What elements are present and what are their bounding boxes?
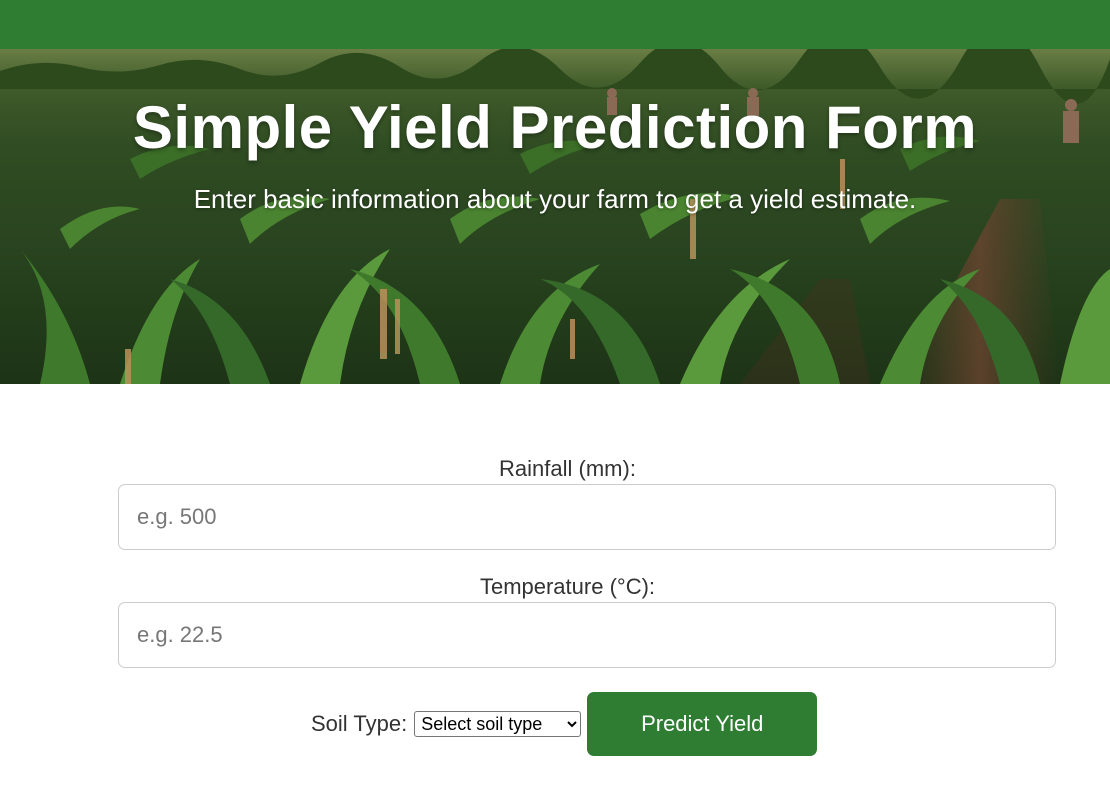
page-subtitle: Enter basic information about your farm … (193, 184, 917, 214)
soil-row: Soil Type: Select soil type Predict Yiel… (311, 692, 818, 756)
soil-type-select[interactable]: Select soil type (414, 711, 582, 737)
temperature-input[interactable] (118, 602, 1056, 668)
hero-banner: Simple Yield Prediction Form Enter basic… (0, 49, 1110, 384)
yield-prediction-form: Rainfall (mm): Temperature (°C): Soil Ty… (0, 384, 1110, 812)
soil-type-label: Soil Type: (311, 711, 408, 736)
temperature-label: Temperature (°C): (479, 574, 656, 599)
rainfall-label: Rainfall (mm): (499, 456, 636, 481)
rainfall-input[interactable] (118, 484, 1056, 550)
predict-yield-button[interactable]: Predict Yield (587, 692, 818, 756)
page-title: Simple Yield Prediction Form (132, 94, 978, 161)
top-bar (0, 0, 1110, 49)
